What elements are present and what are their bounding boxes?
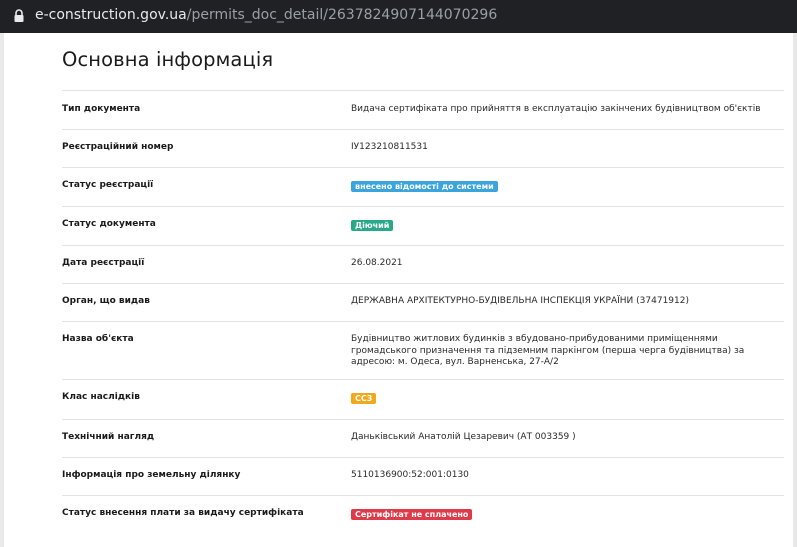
status-badge: Діючий [351,220,394,231]
table-row-land-plot: Інформація про земельну ділянку 51101369… [62,457,784,495]
row-label: Реєстраційний номер [62,142,174,152]
class-badge: СС3 [351,393,377,404]
url-domain: e-construction.gov.ua [35,7,187,23]
url-path: /permits_doc_detail/2637824907144070296 [186,7,498,23]
row-value: 5110136900:52:001:0130 [351,470,469,480]
status-badge: внесено відомості до системи [351,181,498,192]
row-label: Статус внесення плати за видачу сертифік… [62,508,304,518]
row-label: Орган, що видав [62,296,150,306]
table-row-reg-number: Реєстраційний номер ІУ123210811531 [62,129,784,167]
table-row-reg-status: Статус реєстрації внесено відомості до с… [62,167,784,206]
row-value: 26.08.2021 [351,258,403,268]
page-left-edge [0,33,4,547]
browser-address-bar[interactable]: e-construction.gov.ua/permits_doc_detail… [0,0,797,33]
row-value: ІУ123210811531 [351,142,428,152]
table-row-consequence-class: Клас наслідків СС3 [62,379,784,419]
table-row-object-name: Назва об'єкта Будівництво житлових будин… [62,321,784,379]
table-row-payment-status: Статус внесення плати за видачу сертифік… [62,495,784,537]
page-right-edge [793,33,797,547]
row-value: ДЕРЖАВНА АРХІТЕКТУРНО-БУДІВЕЛЬНА ІНСПЕКЦ… [351,296,689,306]
table-row-issuer: Орган, що видав ДЕРЖАВНА АРХІТЕКТУРНО-БУ… [62,283,784,321]
lock-icon [14,9,24,22]
url-text[interactable]: e-construction.gov.ua/permits_doc_detail… [35,7,497,23]
table-row-doc-type: Тип документа Видача сертифіката про при… [62,90,784,129]
table-row-reg-date: Дата реєстрації 26.08.2021 [62,245,784,283]
row-label: Назва об'єкта [62,334,134,344]
row-value: Видача сертифіката про прийняття в експл… [351,104,761,114]
row-value: СС3 [351,392,781,406]
row-label: Дата реєстрації [62,258,145,268]
row-label: Статус документа [62,219,156,229]
row-label: Статус реєстрації [62,180,154,190]
row-label: Технічний нагляд [62,432,155,442]
row-value: Сертифікат не сплачено [351,508,781,522]
row-label: Клас наслідків [62,392,140,402]
table-row-doc-status: Статус документа Діючий [62,206,784,245]
row-value: Будівництво житлових будинків з вбудован… [351,334,745,367]
row-value: внесено відомості до системи [351,180,781,194]
table-row-tech-supervision: Технічний нагляд Даньківський Анатолій Ц… [62,419,784,457]
row-label: Інформація про земельну ділянку [62,470,241,480]
row-value: Діючий [351,219,781,233]
row-label: Тип документа [62,104,141,114]
status-badge: Сертифікат не сплачено [351,509,473,520]
info-table: Тип документа Видача сертифіката про при… [62,90,784,537]
row-value: Даньківський Анатолій Цезаревич (АТ 0033… [351,432,576,442]
page-title: Основна інформація [62,48,274,71]
